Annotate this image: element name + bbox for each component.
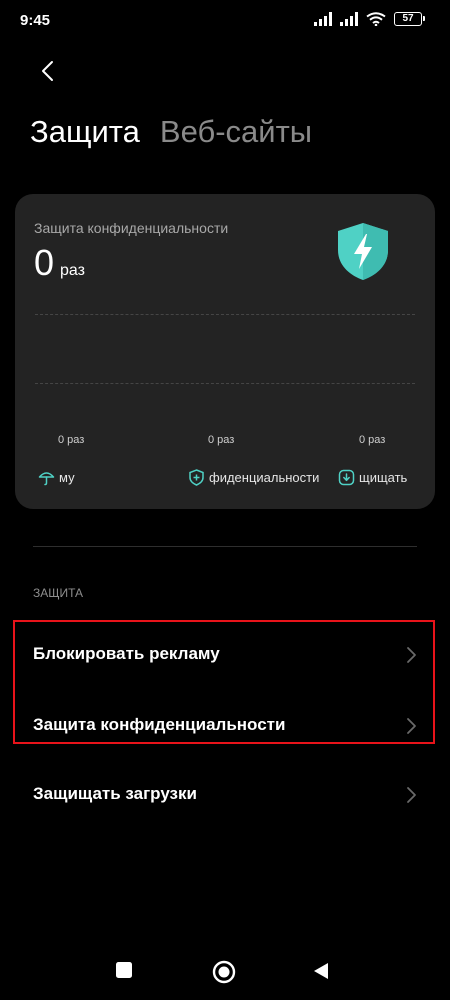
wifi-icon bbox=[366, 12, 386, 26]
chart-label-3: 0 раз bbox=[359, 434, 386, 446]
umbrella-icon bbox=[38, 472, 55, 486]
status-time: 9:45 bbox=[20, 12, 51, 29]
square-icon bbox=[116, 962, 132, 978]
navigation-bar bbox=[0, 945, 450, 1000]
card-count: 0 раз bbox=[34, 242, 85, 284]
legend-item-ads: му bbox=[38, 469, 75, 486]
section-header: ЗАЩИТА bbox=[33, 586, 84, 600]
shield-plus-icon bbox=[189, 469, 204, 486]
count-value: 0 bbox=[34, 242, 55, 283]
signal-icon bbox=[314, 12, 332, 26]
highlight-box bbox=[13, 620, 435, 744]
signal-icon-2 bbox=[340, 12, 358, 26]
chart-label-2: 0 раз bbox=[208, 434, 235, 446]
list-item-label: Защищать загрузки bbox=[33, 784, 197, 803]
home-circle-icon bbox=[212, 960, 236, 984]
back-button[interactable] bbox=[34, 58, 60, 84]
back-nav-button[interactable] bbox=[312, 961, 330, 981]
legend-label-downloads: щищать bbox=[359, 470, 408, 485]
recents-button[interactable] bbox=[115, 961, 133, 979]
chart-gridline-middle bbox=[35, 383, 415, 384]
legend-item-privacy: фиденциальности bbox=[188, 469, 319, 486]
count-unit: раз bbox=[60, 262, 85, 279]
privacy-stats-card: Защита конфиденциальности 0 раз 0 раз 0 … bbox=[15, 194, 435, 509]
chevron-left-icon bbox=[42, 61, 53, 81]
shield-lightning-icon bbox=[338, 223, 388, 280]
section-divider bbox=[33, 546, 417, 547]
battery-icon: 57 bbox=[394, 12, 425, 26]
home-button[interactable] bbox=[212, 960, 236, 984]
chart-label-1: 0 раз bbox=[58, 434, 85, 446]
tab-protection[interactable]: Защита bbox=[30, 114, 140, 150]
tab-bar: Защита Веб-сайты bbox=[30, 114, 312, 150]
chevron-right-icon bbox=[407, 787, 416, 803]
status-icons: 57 bbox=[314, 12, 425, 26]
legend-label-privacy: фиденциальности bbox=[209, 470, 320, 485]
triangle-back-icon bbox=[314, 963, 328, 979]
download-shield-icon bbox=[338, 469, 355, 486]
list-item-protect-downloads[interactable]: Защищать загрузки bbox=[0, 764, 450, 826]
tab-websites[interactable]: Веб-сайты bbox=[160, 114, 312, 150]
status-bar: 9:45 57 bbox=[0, 0, 450, 44]
chart-gridline-top bbox=[35, 314, 415, 315]
card-title: Защита конфиденциальности bbox=[34, 220, 229, 236]
legend-item-downloads: щищать bbox=[338, 469, 407, 486]
legend-label-ads: му bbox=[59, 470, 75, 485]
